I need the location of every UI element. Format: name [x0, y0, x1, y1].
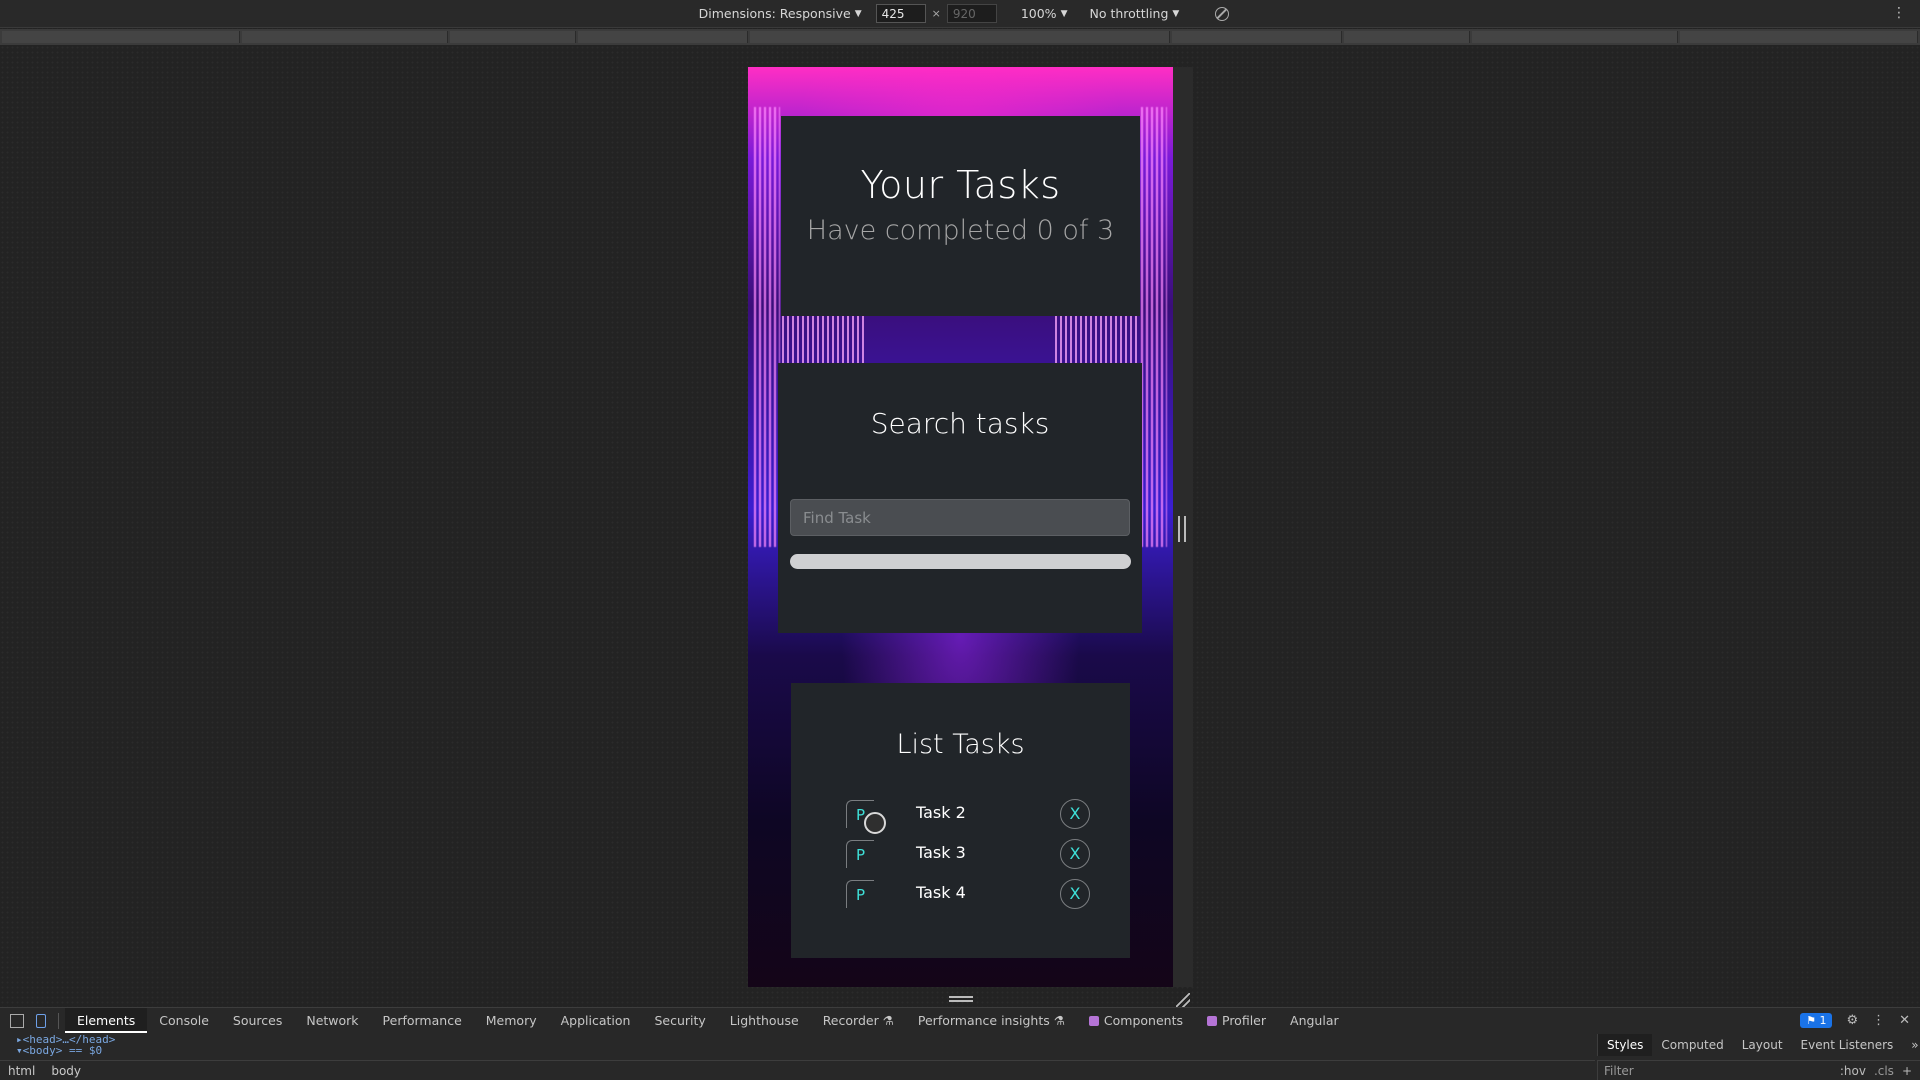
tab-network[interactable]: Network — [294, 1008, 370, 1033]
tab-layout[interactable]: Layout — [1733, 1034, 1792, 1056]
delete-task-button[interactable]: X — [1060, 839, 1090, 869]
device-toolbar: Dimensions: Responsive ▼ × 100% ▼ No thr… — [0, 0, 1920, 28]
breadcrumb: html body — [0, 1060, 1595, 1080]
media-query-segment[interactable] — [1680, 31, 1918, 43]
priority-button[interactable]: P — [846, 880, 874, 908]
tab-security[interactable]: Security — [642, 1008, 717, 1033]
resize-handle-bottom-icon[interactable] — [949, 996, 973, 1002]
divider — [58, 1012, 59, 1029]
media-query-segment[interactable] — [750, 31, 1170, 43]
media-query-segment[interactable] — [450, 31, 576, 43]
tab-elements[interactable]: Elements — [65, 1008, 148, 1033]
react-icon — [1088, 1016, 1099, 1026]
tab-console[interactable]: Console — [147, 1008, 221, 1033]
breadcrumb-body[interactable]: body — [43, 1064, 89, 1078]
media-query-segment[interactable] — [242, 31, 448, 43]
more-options-icon[interactable]: ⋮ — [1872, 1013, 1885, 1028]
media-query-segment[interactable] — [578, 31, 748, 43]
tab-application[interactable]: Application — [549, 1008, 643, 1033]
zoom-label: 100% — [1020, 6, 1057, 21]
width-input[interactable] — [875, 4, 926, 23]
touch-cursor-icon — [864, 812, 886, 834]
resize-handle-corner-icon[interactable] — [1176, 993, 1190, 1007]
find-task-input[interactable] — [790, 499, 1130, 536]
tab-profiler[interactable]: Profiler — [1195, 1008, 1278, 1033]
list-title: List Tasks — [896, 729, 1025, 760]
dimensions-label: Dimensions: Responsive — [698, 6, 851, 21]
media-query-bar[interactable] — [0, 29, 1920, 45]
emulated-viewport: Your Tasks Have completed 0 of 3 Search … — [748, 67, 1173, 987]
caret-down-icon: ▼ — [1172, 8, 1180, 19]
times-separator: × — [931, 7, 941, 20]
gear-icon[interactable]: ⚙ — [1846, 1013, 1858, 1028]
dimensions-dropdown[interactable]: Dimensions: Responsive ▼ — [699, 6, 862, 21]
throttling-dropdown[interactable]: No throttling ▼ — [1090, 6, 1180, 21]
more-options-icon[interactable]: ⋮ — [1892, 5, 1906, 21]
neon-decoration — [1055, 315, 1139, 365]
inspect-element-icon[interactable] — [10, 1013, 24, 1028]
height-input[interactable] — [946, 4, 997, 23]
tab-event-listeners[interactable]: Event Listeners — [1792, 1034, 1903, 1056]
resize-handle-right-icon[interactable] — [1178, 516, 1186, 542]
filter-input[interactable]: Filter — [1604, 1064, 1634, 1078]
task-row: P Task 4 X — [846, 879, 1090, 911]
tab-lighthouse[interactable]: Lighthouse — [718, 1008, 811, 1033]
task-name: Task 2 — [916, 803, 966, 822]
tab-memory[interactable]: Memory — [474, 1008, 549, 1033]
devtools-actions: ⚑ 1 ⚙ ⋮ ✕ — [1800, 1008, 1920, 1033]
media-query-segment[interactable] — [1172, 31, 1342, 43]
media-query-segment[interactable] — [1472, 31, 1678, 43]
tab-components[interactable]: Components — [1077, 1008, 1195, 1033]
priority-button[interactable]: P — [846, 840, 874, 868]
delete-task-button[interactable]: X — [1060, 879, 1090, 909]
breadcrumb-html[interactable]: html — [0, 1064, 43, 1078]
neon-decoration — [782, 315, 866, 365]
styles-filter-row: Filter :hov .cls + — [1597, 1060, 1920, 1080]
elements-tree: ▸<head>…</head> ▾<body> == $0 — [0, 1034, 1595, 1056]
more-tabs-icon[interactable]: » — [1902, 1034, 1920, 1056]
task-name: Task 4 — [916, 883, 966, 902]
task-list-card: List Tasks P Task 2 X P Task 3 X P Task … — [791, 683, 1130, 958]
cls-toggle[interactable]: .cls — [1874, 1064, 1894, 1078]
device-toggle-icon[interactable] — [36, 1013, 46, 1028]
tab-components-label: Components — [1103, 1013, 1183, 1028]
tab-performance-insights[interactable]: Performance insights ⚗ — [906, 1008, 1077, 1033]
devtools-tabbar: Elements Console Sources Network Perform… — [0, 1008, 1920, 1033]
media-query-segment[interactable] — [2, 31, 240, 43]
task-name: Task 3 — [916, 843, 966, 862]
page-title: Your Tasks — [860, 163, 1061, 207]
tab-recorder[interactable]: Recorder ⚗ — [811, 1008, 906, 1033]
tab-sources[interactable]: Sources — [221, 1008, 294, 1033]
zoom-dropdown[interactable]: 100% ▼ — [1021, 6, 1068, 21]
devtools-panel: Elements Console Sources Network Perform… — [0, 1007, 1920, 1080]
search-card: Search tasks — [778, 363, 1142, 633]
hov-toggle[interactable]: :hov — [1840, 1064, 1866, 1078]
rotate-icon[interactable] — [1215, 6, 1230, 21]
tab-styles[interactable]: Styles — [1598, 1034, 1653, 1056]
tab-performance[interactable]: Performance — [371, 1008, 474, 1033]
tab-angular[interactable]: Angular — [1278, 1008, 1351, 1033]
caret-down-icon: ▼ — [854, 8, 862, 19]
tab-computed[interactable]: Computed — [1652, 1034, 1732, 1056]
throttling-label: No throttling — [1089, 6, 1169, 21]
neon-decoration — [1141, 107, 1167, 547]
caret-down-icon: ▼ — [1060, 8, 1068, 19]
styles-tabbar: Styles Computed Layout Event Listeners » — [1597, 1034, 1920, 1056]
header-card: Your Tasks Have completed 0 of 3 — [781, 116, 1140, 316]
completion-counter: Have completed 0 of 3 — [806, 215, 1115, 246]
issues-count: 1 — [1819, 1014, 1827, 1027]
task-row: P Task 3 X — [846, 839, 1090, 871]
add-rule-icon[interactable]: + — [1902, 1064, 1912, 1078]
tab-profiler-label: Profiler — [1222, 1013, 1267, 1028]
react-icon — [1207, 1016, 1217, 1026]
issues-badge[interactable]: ⚑ 1 — [1800, 1013, 1833, 1028]
close-icon[interactable]: ✕ — [1899, 1013, 1910, 1028]
delete-task-button[interactable]: X — [1060, 799, 1090, 829]
neon-decoration — [754, 107, 780, 547]
dom-node[interactable]: ▾<body> == $0 — [0, 1045, 1595, 1056]
search-button[interactable] — [790, 554, 1131, 569]
dom-node[interactable]: ▸<head>…</head> — [0, 1034, 1595, 1045]
search-title: Search tasks — [870, 407, 1050, 440]
media-query-segment[interactable] — [1344, 31, 1470, 43]
